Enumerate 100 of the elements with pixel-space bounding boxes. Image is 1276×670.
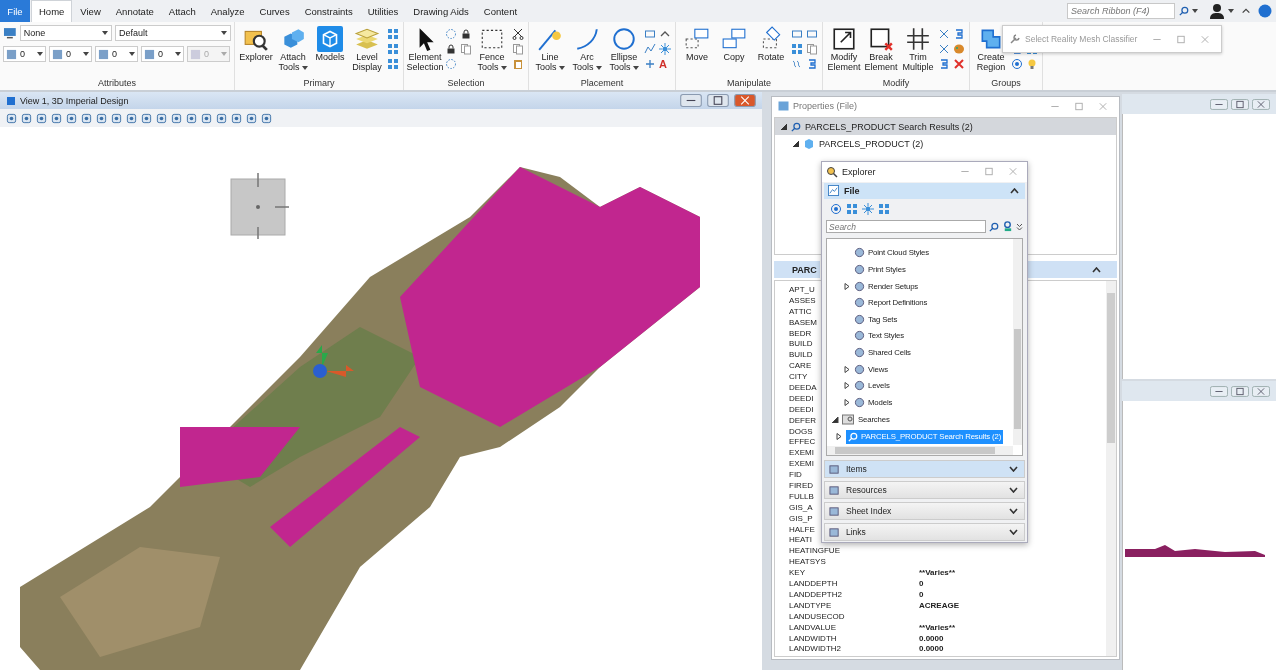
file-tab[interactable]: File (0, 0, 30, 22)
expander-icon[interactable] (843, 365, 851, 373)
dotted-circle-icon[interactable] (445, 58, 457, 70)
ribbon-tab[interactable]: Constraints (297, 0, 360, 22)
rectangle-icon[interactable] (806, 28, 818, 40)
expander-icon[interactable] (835, 433, 843, 441)
bulb-icon[interactable] (1026, 58, 1038, 70)
ribbon-tab[interactable]: Utilities (360, 0, 406, 22)
cross-icon[interactable] (938, 43, 950, 55)
ribbon-tool-button[interactable]: Fence Tools (474, 25, 510, 73)
chevron-icon[interactable] (1009, 508, 1018, 515)
search-field[interactable]: Search Ribbon (F4) (1067, 3, 1175, 19)
ribbon-tool-button[interactable]: Explorer (238, 25, 274, 63)
minimize-button[interactable] (1210, 385, 1228, 397)
palette-icon[interactable] (953, 43, 965, 55)
rectangle-icon[interactable] (644, 28, 656, 40)
ribbon-tool-button[interactable]: Move (679, 25, 715, 63)
ribbon-tool-button[interactable]: Ellipse Tools (606, 25, 642, 73)
search-field[interactable]: Search (826, 220, 986, 234)
number-dropdown[interactable]: 0 (49, 46, 92, 62)
ribbon-tool-button[interactable]: Modify Element (826, 25, 862, 73)
ribbon-tool-button[interactable]: Rotate (753, 25, 789, 63)
chevron-icon[interactable] (1009, 487, 1018, 494)
sun-icon[interactable] (862, 202, 874, 215)
dropdown[interactable]: Default (115, 25, 231, 41)
ribbon-tab[interactable]: Attach (161, 0, 203, 22)
tree-item[interactable]: PARCELS_PRODUCT (2) (775, 135, 1116, 152)
scrollbar[interactable] (1013, 238, 1022, 446)
ribbon-tab[interactable]: Analyze (203, 0, 252, 22)
chevron-icon[interactable] (1009, 466, 1018, 473)
ribbon-tab[interactable]: Home (31, 0, 73, 22)
ribbon-tool-button[interactable]: Models (312, 25, 348, 63)
bracket-icon[interactable] (938, 58, 950, 70)
pages-icon[interactable] (806, 43, 818, 55)
ribbon-tab[interactable]: Drawing Aids (406, 0, 476, 22)
ribbon-tool-button[interactable]: Arc Tools (569, 25, 605, 73)
section-header[interactable]: Items (824, 460, 1025, 479)
collapse-ribbon-icon[interactable] (1241, 6, 1251, 16)
grid-icon[interactable] (387, 43, 399, 55)
double-chevron-icon[interactable] (1016, 222, 1023, 231)
dropdown[interactable]: None (19, 25, 113, 41)
ribbon-tool-button[interactable]: Copy (716, 25, 752, 63)
polyline-icon[interactable] (644, 43, 656, 55)
target-icon[interactable] (830, 202, 842, 215)
grid-icon[interactable] (387, 28, 399, 40)
chevron-icon[interactable] (1092, 266, 1101, 273)
number-dropdown[interactable]: 0 (95, 46, 138, 62)
ribbon-tool-button[interactable]: Break Element (863, 25, 899, 73)
view-cube-icon[interactable] (227, 173, 289, 239)
grid-icon[interactable] (387, 58, 399, 70)
expander-icon[interactable] (793, 140, 799, 147)
minimize-button[interactable] (1210, 98, 1228, 110)
plus-icon[interactable] (644, 58, 656, 70)
ribbon-tool-button[interactable]: Element Selection (407, 25, 443, 73)
scissors-icon[interactable] (512, 28, 524, 40)
expander-icon[interactable] (831, 416, 839, 423)
target-icon[interactable] (1011, 58, 1023, 70)
lock-icon[interactable] (445, 43, 457, 55)
grid-icon[interactable] (846, 202, 858, 215)
section-header[interactable]: PARC (774, 261, 820, 278)
close-button[interactable] (734, 94, 756, 107)
ribbon-tab[interactable]: Content (476, 0, 525, 22)
monitor-icon[interactable] (3, 27, 17, 39)
user-icon[interactable] (1209, 3, 1225, 19)
tree-item[interactable]: PARCELS_PRODUCT Search Results (2) (775, 118, 1116, 135)
ribbon-tab[interactable]: Curves (252, 0, 297, 22)
x-mark-icon[interactable] (953, 58, 965, 70)
ribbon-tool-button[interactable]: Create Region (973, 25, 1009, 73)
expander-icon[interactable] (781, 123, 787, 130)
maximize-button[interactable] (1231, 385, 1249, 397)
ribbon-tool-button[interactable]: Line Tools (532, 25, 568, 73)
expander-icon[interactable] (843, 398, 851, 406)
search-options-icon[interactable] (1002, 221, 1013, 233)
expander-icon[interactable] (843, 382, 851, 390)
scrollbar[interactable] (1106, 281, 1116, 656)
ribbon-tool-button[interactable]: Attach Tools (275, 25, 311, 73)
ribbon-tool-button[interactable]: Trim Multiple (900, 25, 936, 73)
bracket-icon[interactable] (953, 28, 965, 40)
lock-icon[interactable] (460, 28, 472, 40)
maximize-button[interactable] (1231, 98, 1249, 110)
rectangle-icon[interactable] (791, 28, 803, 40)
number-dropdown[interactable]: 0 (141, 46, 184, 62)
chevron-icon[interactable] (1010, 187, 1019, 194)
wave-icon[interactable] (791, 58, 803, 70)
sun-icon[interactable] (659, 43, 671, 55)
minimize-button[interactable] (680, 94, 702, 107)
clipboard-icon[interactable] (512, 58, 524, 70)
section-header[interactable]: Sheet Index (824, 502, 1025, 521)
number-dropdown[interactable]: 0 (3, 46, 46, 62)
grid-icon[interactable] (791, 43, 803, 55)
section-header[interactable]: File (824, 182, 1025, 199)
cross-icon[interactable] (938, 28, 950, 40)
help-icon[interactable] (1258, 4, 1272, 18)
ribbon-tab[interactable]: Annotate (108, 0, 161, 22)
scrollbar[interactable] (827, 446, 1013, 456)
maximize-button[interactable] (707, 94, 729, 107)
section-header[interactable]: Links (824, 523, 1025, 541)
section-header[interactable]: Resources (824, 481, 1025, 500)
expander-icon[interactable] (843, 282, 851, 290)
ribbon-tab[interactable]: View (73, 0, 108, 22)
